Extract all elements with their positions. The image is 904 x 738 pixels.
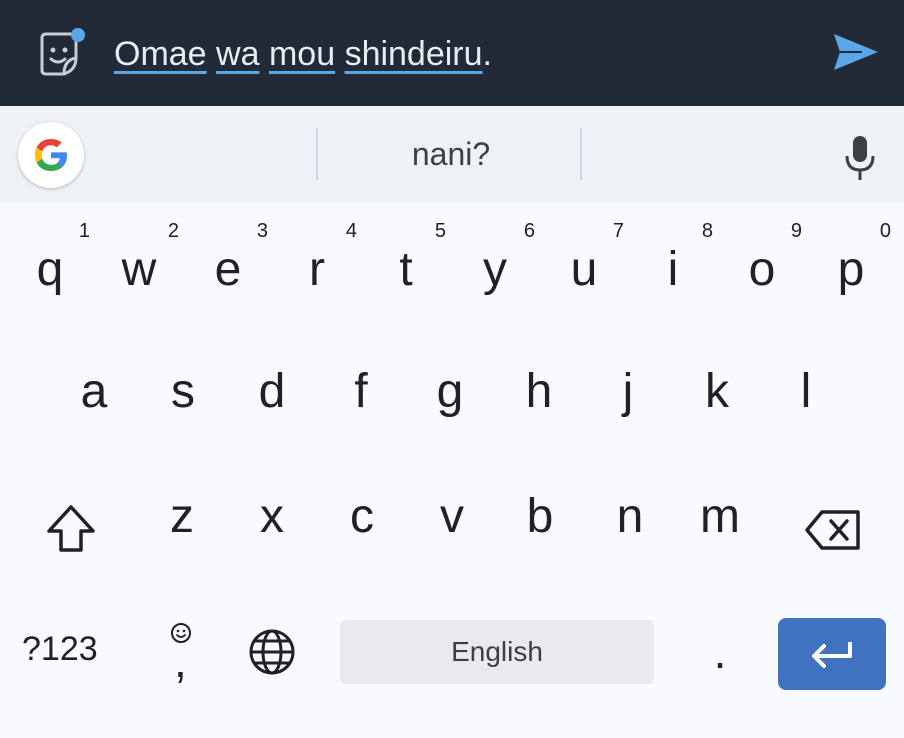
key-label: v	[440, 490, 464, 543]
microphone-icon[interactable]	[842, 134, 878, 182]
key-z[interactable]: z	[138, 455, 226, 555]
keyboard: q 1 w 2 e 3 r 4 t 5 y 6 u 7 i 8 o 9 p 0 …	[0, 202, 904, 738]
google-g-icon	[35, 139, 67, 171]
suggestion-divider	[580, 128, 582, 180]
key-label: a	[80, 365, 108, 418]
key-b[interactable]: b	[496, 455, 584, 555]
compose-bar: Omae wa mou shindeiru.	[0, 0, 904, 106]
key-d[interactable]: d	[228, 202, 316, 418]
message-word: mou	[268, 35, 336, 73]
key-j[interactable]: j	[584, 202, 672, 418]
key-label: k	[705, 365, 729, 418]
key-label: x	[260, 490, 284, 543]
key-m[interactable]: m	[676, 455, 764, 555]
period-key[interactable]: .	[700, 622, 740, 682]
shift-icon[interactable]	[44, 502, 98, 556]
message-word: Omae	[114, 35, 207, 73]
key-h[interactable]: h	[495, 202, 583, 418]
key-a[interactable]: a	[50, 202, 138, 418]
space-bar[interactable]: English	[340, 620, 654, 684]
send-icon[interactable]	[832, 30, 880, 74]
enter-arrow-icon	[812, 642, 852, 668]
message-input[interactable]: Omae wa mou shindeiru.	[114, 32, 492, 76]
suggestion-divider	[316, 128, 318, 180]
key-label: d	[258, 365, 286, 418]
key-label: b	[526, 490, 554, 543]
comma-emoji-key[interactable]: ,	[166, 618, 196, 687]
key-label: z	[170, 490, 194, 543]
key-l[interactable]: l	[762, 202, 850, 418]
comma-label: ,	[174, 635, 187, 687]
key-label: j	[622, 365, 634, 418]
message-trailing-punctuation: .	[482, 35, 492, 73]
key-g[interactable]: g	[406, 202, 494, 418]
key-label: g	[436, 365, 464, 418]
message-word: shindeiru	[344, 35, 483, 73]
key-c[interactable]: c	[318, 455, 406, 555]
suggestion-strip: nani?	[0, 106, 904, 202]
key-label: n	[616, 490, 644, 543]
google-search-button[interactable]	[18, 122, 84, 188]
key-n[interactable]: n	[586, 455, 674, 555]
sticker-smile-icon[interactable]	[34, 28, 86, 80]
message-word: wa	[216, 35, 260, 73]
key-f[interactable]: f	[317, 202, 405, 418]
enter-key[interactable]	[778, 618, 886, 690]
key-label: m	[700, 490, 740, 543]
key-label: s	[171, 365, 195, 418]
key-label: c	[350, 490, 374, 543]
backspace-icon[interactable]	[804, 508, 862, 552]
symbols-key[interactable]: ?123	[22, 630, 98, 669]
key-s[interactable]: s	[139, 202, 227, 418]
key-label: f	[354, 365, 368, 418]
key-k[interactable]: k	[673, 202, 761, 418]
key-v[interactable]: v	[408, 455, 496, 555]
key-x[interactable]: x	[228, 455, 316, 555]
key-hint: 0	[879, 220, 891, 242]
key-label: h	[525, 365, 553, 418]
key-label: l	[800, 365, 812, 418]
globe-icon[interactable]	[248, 628, 296, 676]
suggestion-center[interactable]: nani?	[320, 128, 582, 180]
